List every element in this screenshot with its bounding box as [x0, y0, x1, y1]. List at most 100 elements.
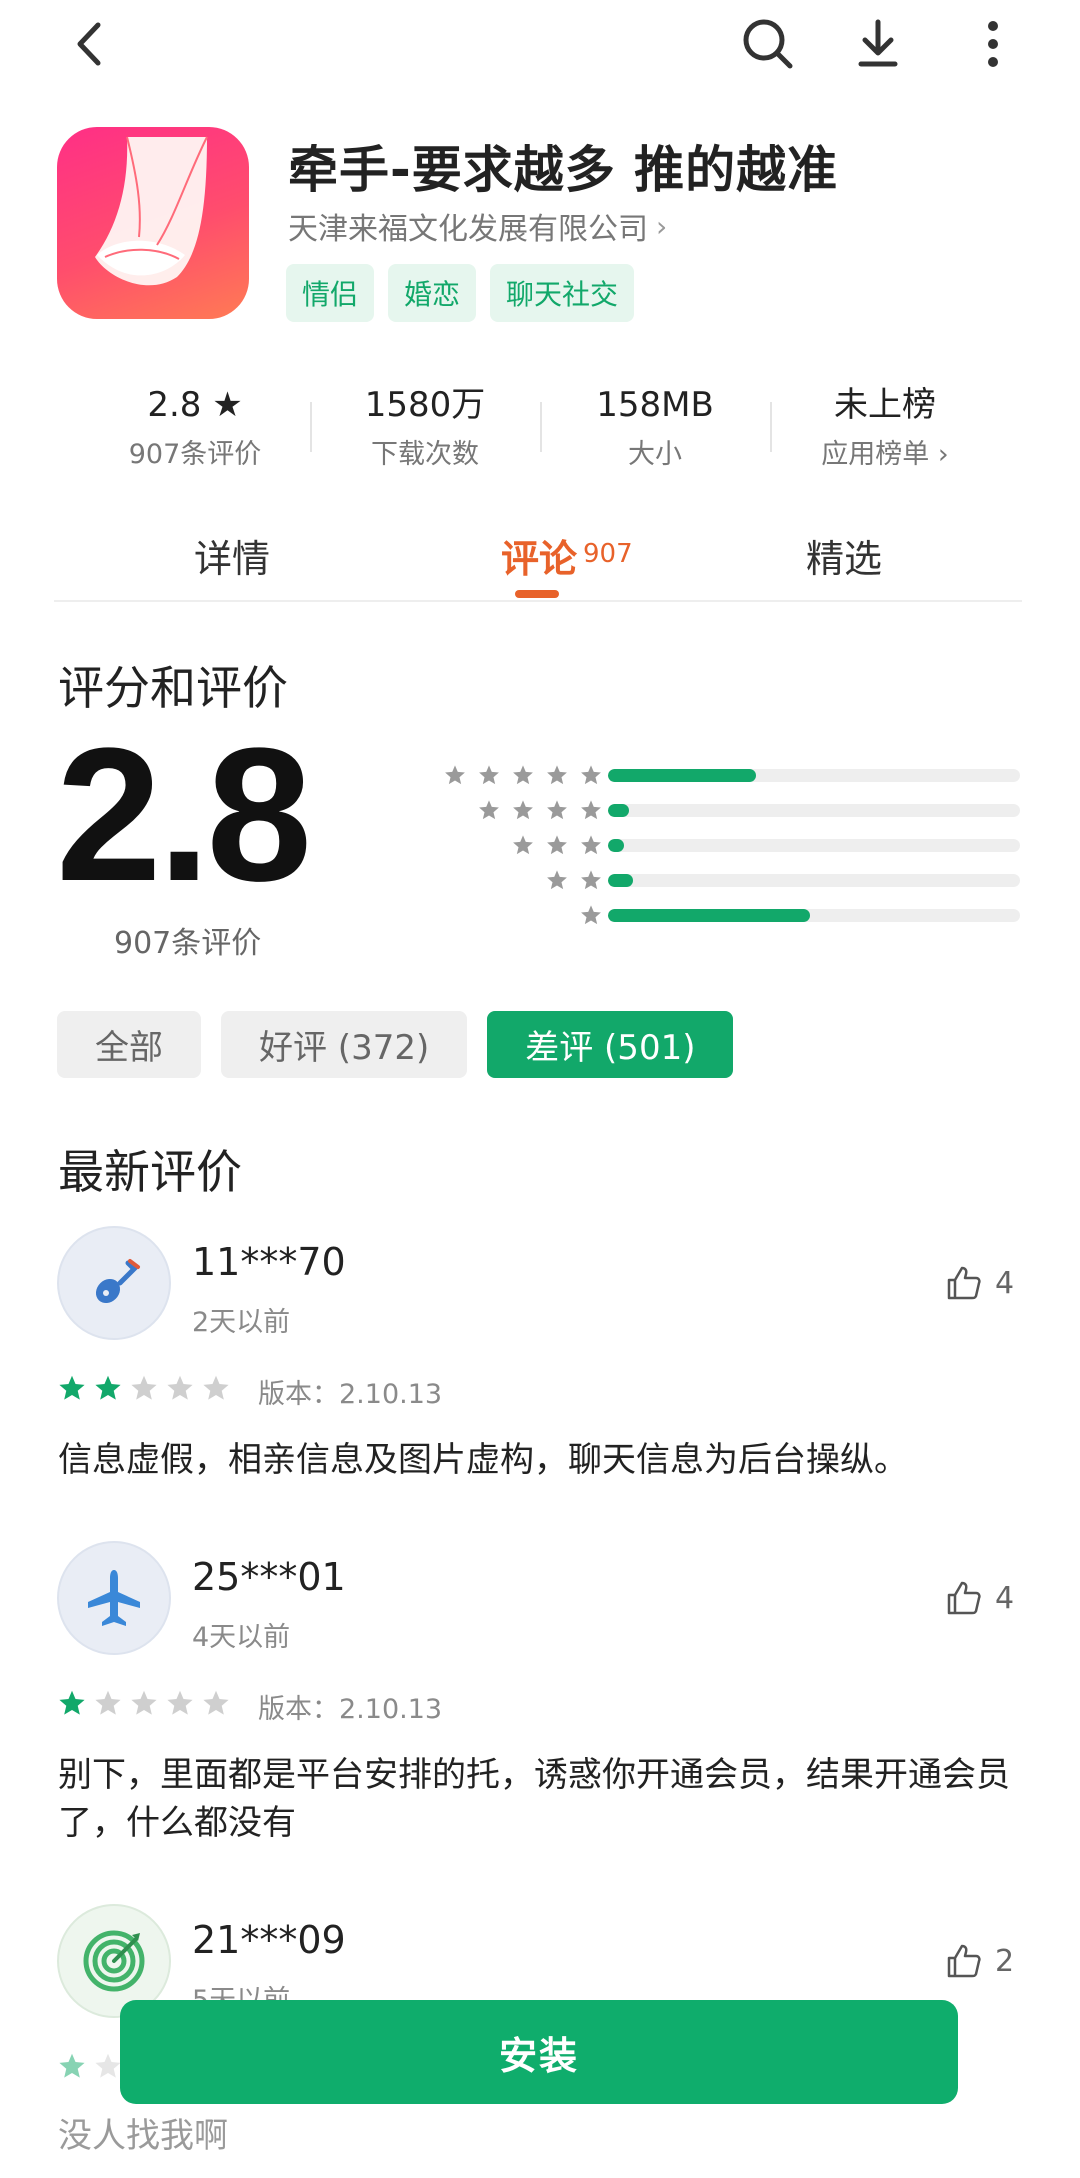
star-icon	[167, 1690, 193, 1715]
stat-value: 未上榜	[834, 385, 936, 425]
distribution-stars	[478, 795, 602, 825]
review-text: 别下，里面都是平台安排的托，诱惑你开通会员，结果开通会员了，什么都没有	[58, 1755, 1010, 1843]
install-button[interactable]: 安装	[120, 2000, 958, 2104]
distribution-row	[420, 830, 1020, 865]
like-count: 2	[995, 1943, 1015, 1979]
review-stars	[58, 1689, 230, 1717]
stat-chart-rank[interactable]: 未上榜 应用榜单 ›	[770, 380, 1000, 490]
rating-distribution	[420, 760, 1020, 935]
stat-label: 907条评价	[128, 439, 262, 470]
review-stars	[58, 1374, 230, 1402]
user-avatar[interactable]	[57, 1226, 171, 1340]
chevron-right-icon: ›	[656, 209, 668, 243]
star-icon	[131, 1375, 157, 1400]
stat-size: 158MB 大小	[540, 380, 770, 490]
thumbs-up-icon	[947, 1944, 981, 1978]
distribution-bar-fill	[608, 839, 625, 852]
app-icon	[57, 127, 249, 319]
filter-chip[interactable]: 全部	[57, 1011, 201, 1078]
distribution-row	[420, 865, 1020, 900]
download-icon[interactable]	[848, 14, 908, 74]
tab-featured[interactable]: 精选	[806, 528, 882, 583]
app-title: 牵手-要求越多 推的越准	[288, 141, 839, 199]
app-tag[interactable]: 情侣	[286, 264, 375, 322]
star-icon	[203, 1690, 229, 1715]
like-button[interactable]: 4	[945, 1264, 1014, 1302]
stat-rating: 2.8 ★ 907条评价	[80, 380, 310, 490]
stat-label: 应用榜单 ›	[821, 439, 949, 470]
review-username: 21***09	[192, 1918, 346, 1962]
distribution-stars	[444, 760, 602, 790]
star-icon	[581, 765, 601, 785]
distribution-row	[420, 760, 1020, 795]
star-icon	[479, 800, 499, 820]
review-text: 信息虚假，相亲信息及图片虚构，聊天信息为后台操纵。	[58, 1440, 908, 1480]
tab-bar: 详情 评论 907 精选	[54, 520, 1022, 602]
star-icon	[581, 800, 601, 820]
developer-name: 天津来福文化发展有限公司	[288, 212, 648, 247]
stat-value: 158MB	[596, 385, 714, 425]
search-icon[interactable]	[738, 14, 798, 74]
like-count: 4	[995, 1580, 1015, 1616]
tab-reviews[interactable]: 评论 907	[501, 528, 633, 583]
app-tag[interactable]: 婚恋	[388, 264, 477, 322]
star-icon	[513, 765, 533, 785]
distribution-row	[420, 795, 1020, 830]
review-username: 11***70	[192, 1240, 346, 1284]
review-version: 版本：2.10.13	[258, 1379, 443, 1410]
star-icon	[203, 1375, 229, 1400]
distribution-bar	[608, 909, 1020, 922]
distribution-row	[420, 900, 1020, 935]
distribution-bar-fill	[608, 909, 810, 922]
review-time: 4天以前	[192, 1622, 291, 1653]
distribution-bar-fill	[608, 769, 757, 782]
review-username: 25***01	[192, 1555, 346, 1599]
star-icon	[547, 800, 567, 820]
thumbs-up-icon	[947, 1266, 981, 1300]
star-icon	[547, 765, 567, 785]
thumbs-up-icon	[947, 1581, 981, 1615]
average-score: 2.8	[56, 709, 312, 921]
star-icon	[95, 1375, 121, 1400]
like-count: 4	[995, 1265, 1015, 1301]
like-button[interactable]: 2	[945, 1942, 1014, 1980]
rating-count: 907条评价	[114, 926, 262, 961]
tab-reviews-label: 评论	[501, 537, 578, 581]
more-options-icon[interactable]	[963, 14, 1023, 74]
star-icon	[547, 835, 567, 855]
distribution-bar	[608, 839, 1020, 852]
star-icon	[581, 835, 601, 855]
guitar-icon	[95, 1259, 140, 1304]
star-icon	[95, 2053, 121, 2078]
stat-value: 2.8 ★	[147, 385, 243, 425]
like-button[interactable]: 4	[945, 1579, 1014, 1617]
distribution-stars	[546, 865, 602, 895]
filter-chip[interactable]: 差评 (501)	[487, 1011, 734, 1078]
distribution-bar-fill	[608, 874, 633, 887]
back-icon[interactable]	[60, 14, 120, 74]
review-time: 2天以前	[192, 1307, 291, 1338]
app-stats: 2.8 ★ 907条评价 1580万 下载次数 158MB 大小 未上榜 应用榜…	[80, 380, 1000, 490]
airplane-icon	[88, 1570, 140, 1626]
app-tag[interactable]: 聊天社交	[490, 264, 635, 322]
developer-link[interactable]: 天津来福文化发展有限公司 ›	[288, 204, 667, 248]
top-bar	[0, 0, 1080, 100]
star-icon	[167, 1375, 193, 1400]
star-icon	[59, 1375, 85, 1400]
star-icon	[445, 765, 465, 785]
star-icon	[131, 1690, 157, 1715]
distribution-stars	[580, 900, 602, 930]
star-icon	[513, 800, 533, 820]
star-icon	[581, 870, 601, 890]
star-icon	[547, 870, 567, 890]
distribution-bar-fill	[608, 804, 629, 817]
star-icon	[59, 2053, 85, 2078]
filter-chip[interactable]: 好评 (372)	[221, 1011, 468, 1078]
star-icon	[581, 905, 601, 925]
distribution-stars	[512, 830, 602, 860]
tab-details[interactable]: 详情	[194, 528, 270, 583]
distribution-bar	[608, 769, 1020, 782]
stat-label: 大小	[628, 439, 682, 470]
review-text: 没人找我啊	[58, 2116, 228, 2156]
user-avatar[interactable]	[57, 1541, 171, 1655]
